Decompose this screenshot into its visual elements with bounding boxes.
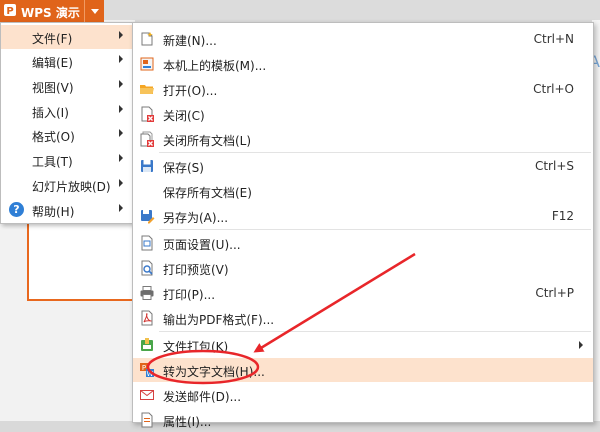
main-menu: 文件(F) 编辑(E) 视图(V) 插入(I) 格式(O) 工具(T) 幻灯片放… <box>0 22 135 224</box>
package-icon <box>141 338 153 351</box>
menu-item-label: 编辑(E) <box>32 56 73 70</box>
shortcut-label: Ctrl+O <box>533 82 574 96</box>
menu-item-label: 本机上的模板(M)... <box>163 59 267 73</box>
menu-item-label: 插入(I) <box>32 106 69 120</box>
menu-item-package[interactable]: 文件打包(K) <box>133 333 593 357</box>
menu-item-file[interactable]: 文件(F) <box>1 25 134 49</box>
submenu-arrow-icon <box>119 129 123 137</box>
printer-icon <box>140 286 154 300</box>
help-icon: ? <box>9 202 24 217</box>
shortcut-label: Ctrl+S <box>534 159 574 173</box>
print-preview-icon <box>141 260 153 276</box>
menu-item-label: 属性(I)... <box>163 415 212 429</box>
svg-text:P: P <box>142 364 146 372</box>
menu-item-insert[interactable]: 插入(I) <box>1 99 134 123</box>
menu-item-label: 另存为(A)... <box>163 211 229 225</box>
app-title: WPS 演示 <box>21 6 80 20</box>
properties-icon <box>141 412 153 428</box>
menu-item-label: 幻灯片放映(D) <box>32 180 111 194</box>
submenu-arrow-icon <box>119 179 123 187</box>
menu-item-label: 打印预览(V) <box>163 263 229 277</box>
close-doc-icon <box>141 106 154 122</box>
menu-item-open[interactable]: 打开(O)... Ctrl+O <box>133 77 593 101</box>
new-file-icon <box>141 32 153 46</box>
template-icon <box>140 57 154 71</box>
save-icon <box>141 160 153 172</box>
pdf-icon <box>141 310 153 326</box>
menu-item-label: 新建(N)... <box>163 34 217 48</box>
menu-item-print[interactable]: 打印(P)... Ctrl+P <box>133 281 593 305</box>
open-folder-icon <box>140 85 154 94</box>
menu-separator <box>159 331 591 332</box>
menu-item-new[interactable]: 新建(N)... Ctrl+N <box>133 27 593 51</box>
menu-item-label: 打印(P)... <box>163 288 216 302</box>
menu-item-label: 文件打包(K) <box>163 340 229 354</box>
menu-item-export-pdf[interactable]: 输出为PDF格式(F)... <box>133 306 593 330</box>
menu-item-save[interactable]: 保存(S) Ctrl+S <box>133 154 593 178</box>
menu-item-label: 帮助(H) <box>32 205 75 219</box>
wps-presentation-logo-icon: P <box>4 4 16 17</box>
menu-item-label: 关闭(C) <box>163 109 205 123</box>
submenu-arrow-icon <box>119 80 123 88</box>
shortcut-label: Ctrl+N <box>533 32 574 46</box>
menu-item-convert-to-text[interactable]: P W 转为文字文档(H)... <box>133 358 593 382</box>
menu-separator <box>159 152 591 153</box>
close-all-icon <box>140 131 154 147</box>
svg-text:P: P <box>6 6 13 17</box>
save-as-icon <box>141 210 155 224</box>
submenu-arrow-icon <box>119 31 123 39</box>
menu-item-label: 页面设置(U)... <box>163 238 241 252</box>
mail-icon <box>140 390 154 400</box>
menu-item-print-preview[interactable]: 打印预览(V) <box>133 256 593 280</box>
submenu-arrow-icon <box>119 154 123 162</box>
menu-item-label: 发送邮件(D)... <box>163 390 242 404</box>
menu-item-send-mail[interactable]: 发送邮件(D)... <box>133 383 593 407</box>
menu-item-label: 文件(F) <box>32 32 73 46</box>
menu-item-page-setup[interactable]: 页面设置(U)... <box>133 231 593 255</box>
menu-item-view[interactable]: 视图(V) <box>1 74 134 98</box>
convert-to-text-icon: P W <box>140 363 154 378</box>
svg-text:W: W <box>147 370 154 378</box>
menu-item-local-templates[interactable]: 本机上的模板(M)... <box>133 52 593 76</box>
menu-item-properties[interactable]: 属性(I)... <box>133 408 593 432</box>
chevron-down-icon[interactable] <box>84 0 105 22</box>
menu-item-save-as[interactable]: 另存为(A)... F12 <box>133 204 593 228</box>
menu-item-label: 格式(O) <box>32 130 75 144</box>
menu-item-save-all[interactable]: 保存所有文档(E) <box>133 179 593 203</box>
menu-item-tools[interactable]: 工具(T) <box>1 148 134 172</box>
submenu-arrow-icon <box>119 105 123 113</box>
menu-item-format[interactable]: 格式(O) <box>1 123 134 147</box>
shortcut-label: F12 <box>551 209 574 223</box>
submenu-arrow-icon <box>579 341 583 349</box>
menu-separator <box>159 229 591 230</box>
wps-app-menu-button[interactable]: P WPS 演示 <box>0 0 104 22</box>
shortcut-label: Ctrl+P <box>535 286 574 300</box>
submenu-arrow-icon <box>119 204 123 212</box>
menu-item-close[interactable]: 关闭(C) <box>133 102 593 126</box>
page-setup-icon <box>141 235 153 251</box>
menu-item-slideshow[interactable]: 幻灯片放映(D) <box>1 173 134 197</box>
submenu-arrow-icon <box>119 55 123 63</box>
menu-item-label: 保存(S) <box>163 161 204 175</box>
menu-item-label: 保存所有文档(E) <box>163 186 252 200</box>
menu-item-edit[interactable]: 编辑(E) <box>1 49 134 73</box>
menu-item-help[interactable]: ? 帮助(H) <box>1 198 134 222</box>
menu-item-close-all[interactable]: 关闭所有文档(L) <box>133 127 593 151</box>
file-submenu: 新建(N)... Ctrl+N 本机上的模板(M)... 打开(O)... Ct… <box>132 22 594 429</box>
menu-item-label: 转为文字文档(H)... <box>163 365 265 379</box>
menu-item-label: 打开(O)... <box>163 84 218 98</box>
menu-item-label: 输出为PDF格式(F)... <box>163 313 275 327</box>
menu-item-label: 关闭所有文档(L) <box>163 134 252 148</box>
menu-item-label: 工具(T) <box>32 155 73 169</box>
menu-item-label: 视图(V) <box>32 81 74 95</box>
